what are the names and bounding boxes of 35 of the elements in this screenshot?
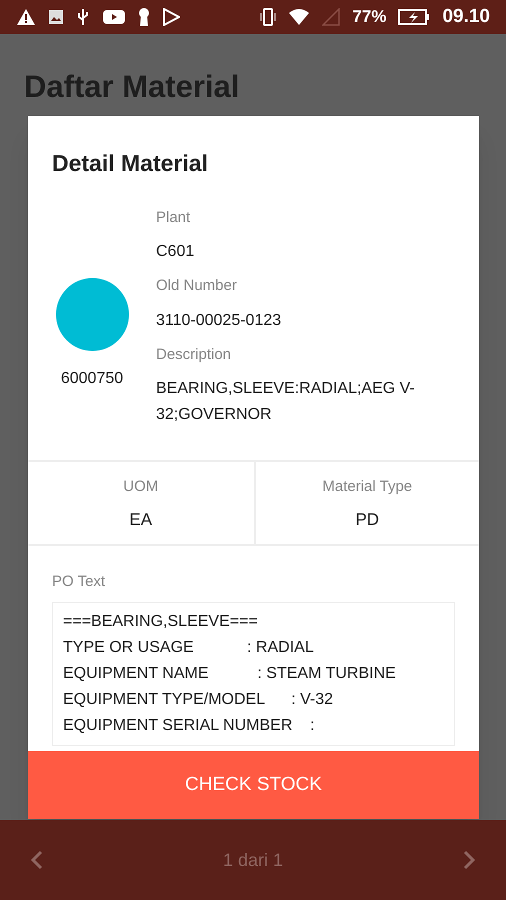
chevron-right-icon[interactable]: [462, 850, 476, 870]
po-text-label: PO Text: [52, 573, 106, 590]
keyhole-icon: [138, 7, 150, 27]
page-title: Daftar Material: [23, 68, 240, 106]
battery-charging-icon: [398, 8, 430, 26]
po-text-line: EQUIPMENT SERIAL NUMBER :: [63, 716, 316, 736]
field-label: Description: [156, 344, 232, 364]
field-label: Old Number: [156, 276, 238, 296]
wifi-icon: [288, 8, 310, 26]
battery-percent: 77%: [352, 6, 386, 28]
field-value: 3110-00025-0123: [156, 310, 282, 330]
po-text-line: TYPE OR USAGE : RADIAL: [63, 638, 315, 658]
summary-value: PD: [355, 508, 380, 530]
po-text-line: ===BEARING,SLEEVE===: [63, 612, 259, 632]
summary-label: Material Type: [322, 477, 412, 497]
summary-value: EA: [129, 508, 152, 530]
video-play-icon: [102, 8, 126, 26]
field-value: BEARING,SLEEVE:RADIAL;AEG V-32;GOVERNOR: [156, 379, 416, 425]
usb-icon: [76, 8, 90, 26]
dialog-title: Detail Material: [51, 149, 209, 178]
play-triangle-icon: [162, 8, 180, 26]
check-stock-button[interactable]: CHECK STOCK: [28, 751, 479, 819]
field-label: Plant: [156, 208, 192, 228]
clock: 09.10: [442, 4, 490, 29]
field-value: C601: [156, 242, 196, 262]
vibrate-icon: [260, 7, 276, 27]
warning-icon: [16, 8, 36, 26]
po-text-line: EQUIPMENT NAME : STEAM TURBINE: [63, 664, 397, 684]
image-icon: [48, 9, 64, 25]
material-number: 6000750: [60, 368, 124, 389]
po-text-line: EQUIPMENT TYPE/MODEL : V-32: [63, 690, 334, 710]
signal-icon: [322, 8, 340, 26]
summary-label: UOM: [123, 477, 158, 497]
page-indicator: 1 dari 1: [222, 848, 284, 872]
chevron-left-icon[interactable]: [30, 850, 44, 870]
